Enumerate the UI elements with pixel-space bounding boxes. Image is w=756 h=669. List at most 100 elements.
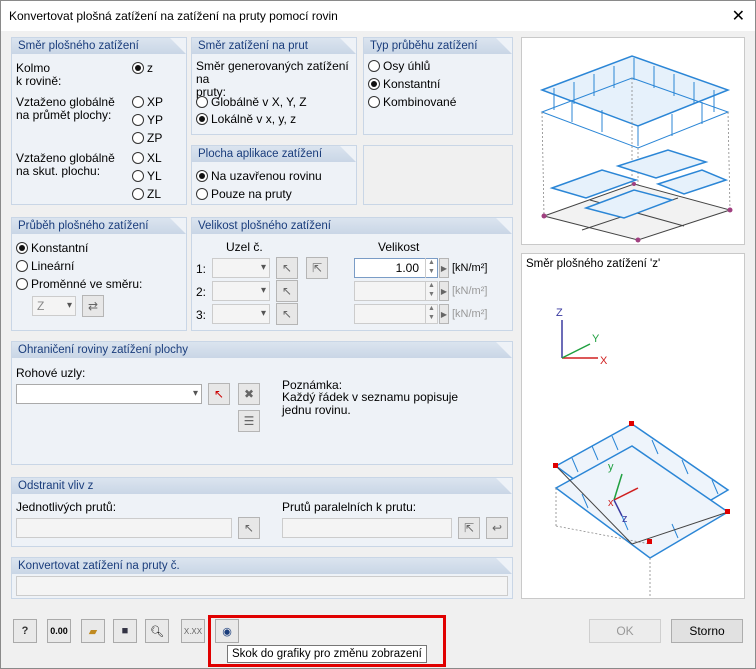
group-convert: Konvertovat zatížení na pruty č.	[11, 557, 513, 599]
size3-arrow-button[interactable]: ▶	[439, 304, 449, 324]
radio-osy-uhlu[interactable]	[368, 60, 380, 72]
corner-nodes-label: Rohové uzly:	[16, 366, 86, 380]
radio-kombinovane[interactable]	[368, 96, 380, 108]
radio-global-xyz[interactable]	[196, 96, 208, 108]
radio-osy-label: Osy úhlů	[383, 59, 431, 73]
parallel-members-input[interactable]	[282, 518, 452, 538]
radio-closed-plane[interactable]	[196, 170, 208, 182]
radio-komb-label: Kombinované	[383, 95, 457, 109]
corner-list-button[interactable]: ☰	[238, 410, 260, 432]
group-member-direction: Směr zatížení na prut Směr generovaných …	[191, 37, 357, 135]
radio-course-variable-label: Proměnné ve směru:	[31, 277, 143, 291]
title-bar: Konvertovat plošná zatížení na zatížení …	[1, 1, 755, 31]
radio-course-variable[interactable]	[16, 278, 28, 290]
group-header: Velikost plošného zatížení	[192, 218, 512, 234]
delete-icon: ✖	[243, 387, 255, 401]
radio-yp[interactable]	[132, 114, 144, 126]
svg-text:Z: Z	[556, 307, 563, 319]
group-header: Plocha aplikace zatížení	[192, 146, 356, 162]
radio-course-linear[interactable]	[16, 260, 28, 272]
units-icon: X.XX	[183, 626, 203, 636]
preview-button[interactable]: 🔍︎	[145, 619, 169, 643]
radio-course-linear-label: Lineární	[31, 259, 75, 273]
close-icon[interactable]: ✕	[732, 6, 745, 26]
axis-select[interactable]: Z ▾	[32, 296, 76, 316]
radio-zp[interactable]	[132, 132, 144, 144]
node3-select[interactable]: ▾	[212, 304, 270, 324]
corner-pick-button[interactable]: ↖	[208, 383, 230, 405]
cursor-pick-icon: ↖	[281, 284, 293, 298]
svg-text:x: x	[608, 497, 614, 509]
parallel-undo-button[interactable]: ↩	[486, 517, 508, 539]
size1-value: 1.00	[395, 261, 419, 275]
size1-arrow-button[interactable]: ▶	[439, 258, 449, 278]
spin-up-down-icon[interactable]: ▲ ▼	[425, 258, 437, 278]
node1-pick-multi-button[interactable]: ⇱	[306, 257, 328, 279]
radio-course-const-label: Konstantní	[31, 241, 89, 255]
label-glob-proj: Vztaženo globálně na průmět plochy:	[16, 95, 115, 122]
calculator-button[interactable]: 0.00	[47, 619, 71, 643]
tooltip: Skok do grafiky pro změnu zobrazení	[227, 645, 427, 663]
cursor-pick-icon: ↖	[281, 261, 293, 275]
size1-input[interactable]: 1.00 ▲ ▼	[354, 258, 438, 278]
cancel-button[interactable]: Storno	[671, 619, 743, 643]
size2-input[interactable]: ▲ ▼	[354, 281, 438, 301]
group-header: Směr zatížení na prut	[192, 38, 356, 54]
node2-pick-button[interactable]: ↖	[276, 280, 298, 302]
radio-zl[interactable]	[132, 188, 144, 200]
axis-pick-button[interactable]: ⇄	[82, 295, 104, 317]
cursor-multi-icon: ⇱	[311, 261, 323, 275]
folder-icon: ▰	[88, 625, 98, 638]
row2-label: 2:	[196, 285, 207, 299]
size2-arrow-button[interactable]: ▶	[439, 281, 449, 301]
chevron-down-icon: ▾	[260, 308, 266, 319]
group-load-size: Velikost plošného zatížení Uzel č. Velik…	[191, 217, 513, 331]
parallel-pick-button[interactable]: ⇱	[458, 517, 480, 539]
radio-local-xyz[interactable]	[196, 113, 208, 125]
node3-pick-button[interactable]: ↖	[276, 303, 298, 325]
arrow-right-icon: ▶	[440, 286, 448, 296]
radio-z[interactable]	[132, 62, 144, 74]
corner-delete-button[interactable]: ✖	[238, 383, 260, 405]
help-button[interactable]: ?	[13, 619, 37, 643]
cursor-pick-icon: ↖	[213, 387, 225, 401]
group-empty	[363, 145, 513, 205]
radio-course-const[interactable]	[16, 242, 28, 254]
radio-z-label: z	[147, 61, 153, 75]
calculator-icon: 0.00	[50, 626, 68, 636]
radio-yl[interactable]	[132, 170, 144, 182]
list-icon: ☰	[243, 414, 255, 428]
node2-select[interactable]: ▾	[212, 281, 270, 301]
radio-xp[interactable]	[132, 96, 144, 108]
node1-select[interactable]: ▾	[212, 258, 270, 278]
ok-button[interactable]: OK	[589, 619, 661, 643]
direction-illustration: Z X Y y x z	[553, 307, 730, 598]
arrow-right-icon: ▶	[440, 309, 448, 319]
chevron-down-icon: ▾	[192, 388, 198, 399]
radio-xl[interactable]	[132, 152, 144, 164]
size3-input[interactable]: ▲ ▼	[354, 304, 438, 324]
radio-konst-label: Konstantní	[383, 77, 441, 91]
spin-up-down-icon[interactable]: ▲ ▼	[425, 281, 437, 301]
spin-up-down-icon[interactable]: ▲ ▼	[425, 304, 437, 324]
node1-pick-button[interactable]: ↖	[276, 257, 298, 279]
label-kolmo: Kolmo k rovině:	[16, 61, 62, 88]
group-header: Odstranit vliv z	[12, 478, 512, 494]
save-button[interactable]: ■	[113, 619, 137, 643]
single-pick-button[interactable]: ↖	[238, 517, 260, 539]
chevron-down-icon: ▾	[260, 285, 266, 296]
single-members-input[interactable]	[16, 518, 232, 538]
open-button[interactable]: ▰	[81, 619, 105, 643]
preview-direction-image: Směr plošného zatížení 'z' Z X Y y x z	[521, 253, 745, 599]
preview-load-image	[521, 37, 745, 245]
corner-nodes-select[interactable]: ▾	[16, 384, 202, 404]
group-load-course: Průběh plošného zatížení Konstantní Line…	[11, 217, 187, 331]
radio-yp-label: YP	[147, 113, 164, 127]
note-text: Každý řádek v seznamu popisuje jednu rov…	[282, 390, 459, 417]
size2-unit: [kN/m²]	[452, 285, 488, 297]
radio-members-only[interactable]	[196, 188, 208, 200]
convert-members-input[interactable]	[16, 576, 508, 596]
radio-konstantni[interactable]	[368, 78, 380, 90]
group-header: Konvertovat zatížení na pruty č.	[12, 558, 512, 574]
units-button[interactable]: X.XX	[181, 619, 205, 643]
